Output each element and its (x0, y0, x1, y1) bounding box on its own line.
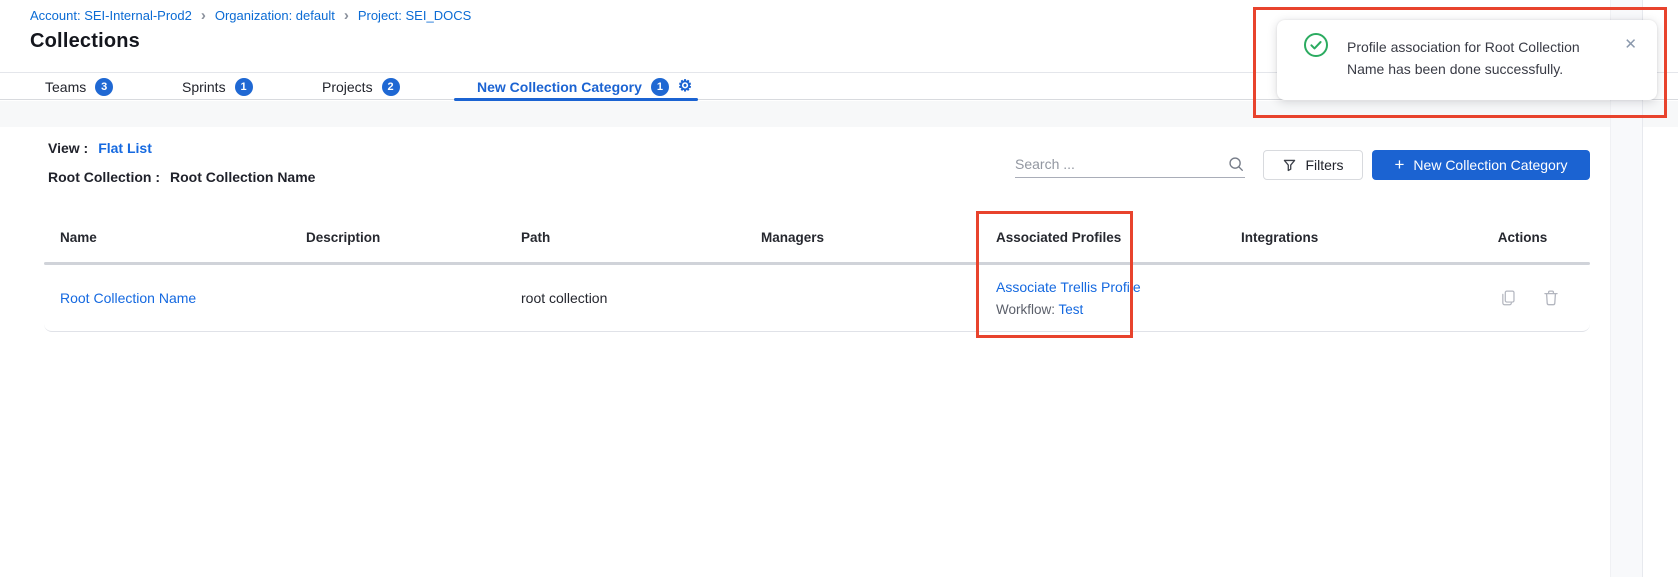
tab-teams[interactable]: Teams 3 (45, 73, 113, 101)
new-collection-category-button[interactable]: + New Collection Category (1372, 150, 1590, 180)
column-header-path: Path (505, 230, 745, 245)
table-header-row: Name Description Path Managers Associate… (44, 230, 1590, 245)
column-header-description: Description (290, 230, 505, 245)
column-header-integrations: Integrations (1225, 230, 1455, 245)
tab-sprints[interactable]: Sprints 1 (182, 73, 253, 101)
tab-teams-label: Teams (45, 79, 86, 95)
column-header-managers: Managers (745, 230, 980, 245)
tab-projects-label: Projects (322, 79, 373, 95)
view-selector-line: View : Flat List (48, 140, 152, 156)
table-row: Root Collection Name root collection Ass… (44, 265, 1590, 332)
annotation-box-associated-profiles (976, 211, 1133, 338)
breadcrumb-project-link[interactable]: Project: SEI_DOCS (358, 8, 471, 23)
tab-new-collection-category-count-badge: 1 (651, 78, 669, 96)
search-input[interactable] (1015, 156, 1227, 172)
tab-projects-count-badge: 2 (382, 78, 400, 96)
new-collection-category-button-label: New Collection Category (1413, 157, 1567, 173)
search-icon (1227, 155, 1245, 173)
copy-icon[interactable] (1500, 289, 1517, 307)
delete-trash-icon[interactable] (1543, 289, 1559, 307)
collection-name-link[interactable]: Root Collection Name (60, 290, 196, 306)
tab-new-collection-category[interactable]: New Collection Category 1 ⚙ (477, 73, 692, 101)
tab-sprints-label: Sprints (182, 79, 226, 95)
plus-icon: + (1394, 156, 1404, 173)
filter-funnel-icon (1282, 158, 1297, 173)
page-title: Collections (30, 30, 140, 53)
column-header-actions: Actions (1455, 230, 1590, 245)
flat-list-link[interactable]: Flat List (98, 140, 152, 156)
gear-icon[interactable]: ⚙ (678, 79, 692, 95)
cell-actions (1455, 289, 1590, 307)
cell-path: root collection (505, 290, 745, 306)
root-collection-line: Root Collection : Root Collection Name (48, 169, 315, 185)
tab-sprints-count-badge: 1 (235, 78, 253, 96)
cell-name: Root Collection Name (44, 290, 290, 306)
breadcrumb-organization-link[interactable]: Organization: default (215, 8, 335, 23)
tab-teams-count-badge: 3 (95, 78, 113, 96)
root-collection-label: Root Collection : (48, 169, 160, 185)
filters-button-label: Filters (1305, 157, 1343, 173)
root-collection-value: Root Collection Name (170, 169, 315, 185)
breadcrumb: Account: SEI-Internal-Prod2 › Organizati… (30, 8, 471, 23)
filters-button[interactable]: Filters (1263, 150, 1363, 180)
annotation-box-toast (1253, 7, 1667, 118)
search-field[interactable] (1015, 150, 1245, 178)
tab-projects[interactable]: Projects 2 (322, 73, 400, 101)
chevron-right-icon: › (201, 9, 206, 22)
breadcrumb-account-link[interactable]: Account: SEI-Internal-Prod2 (30, 8, 192, 23)
column-header-name: Name (44, 230, 290, 245)
active-tab-underline (454, 98, 698, 101)
collections-page: Account: SEI-Internal-Prod2 › Organizati… (0, 0, 1678, 577)
view-label: View : (48, 140, 88, 156)
chevron-right-icon: › (344, 9, 349, 22)
tab-new-collection-category-label: New Collection Category (477, 79, 642, 95)
